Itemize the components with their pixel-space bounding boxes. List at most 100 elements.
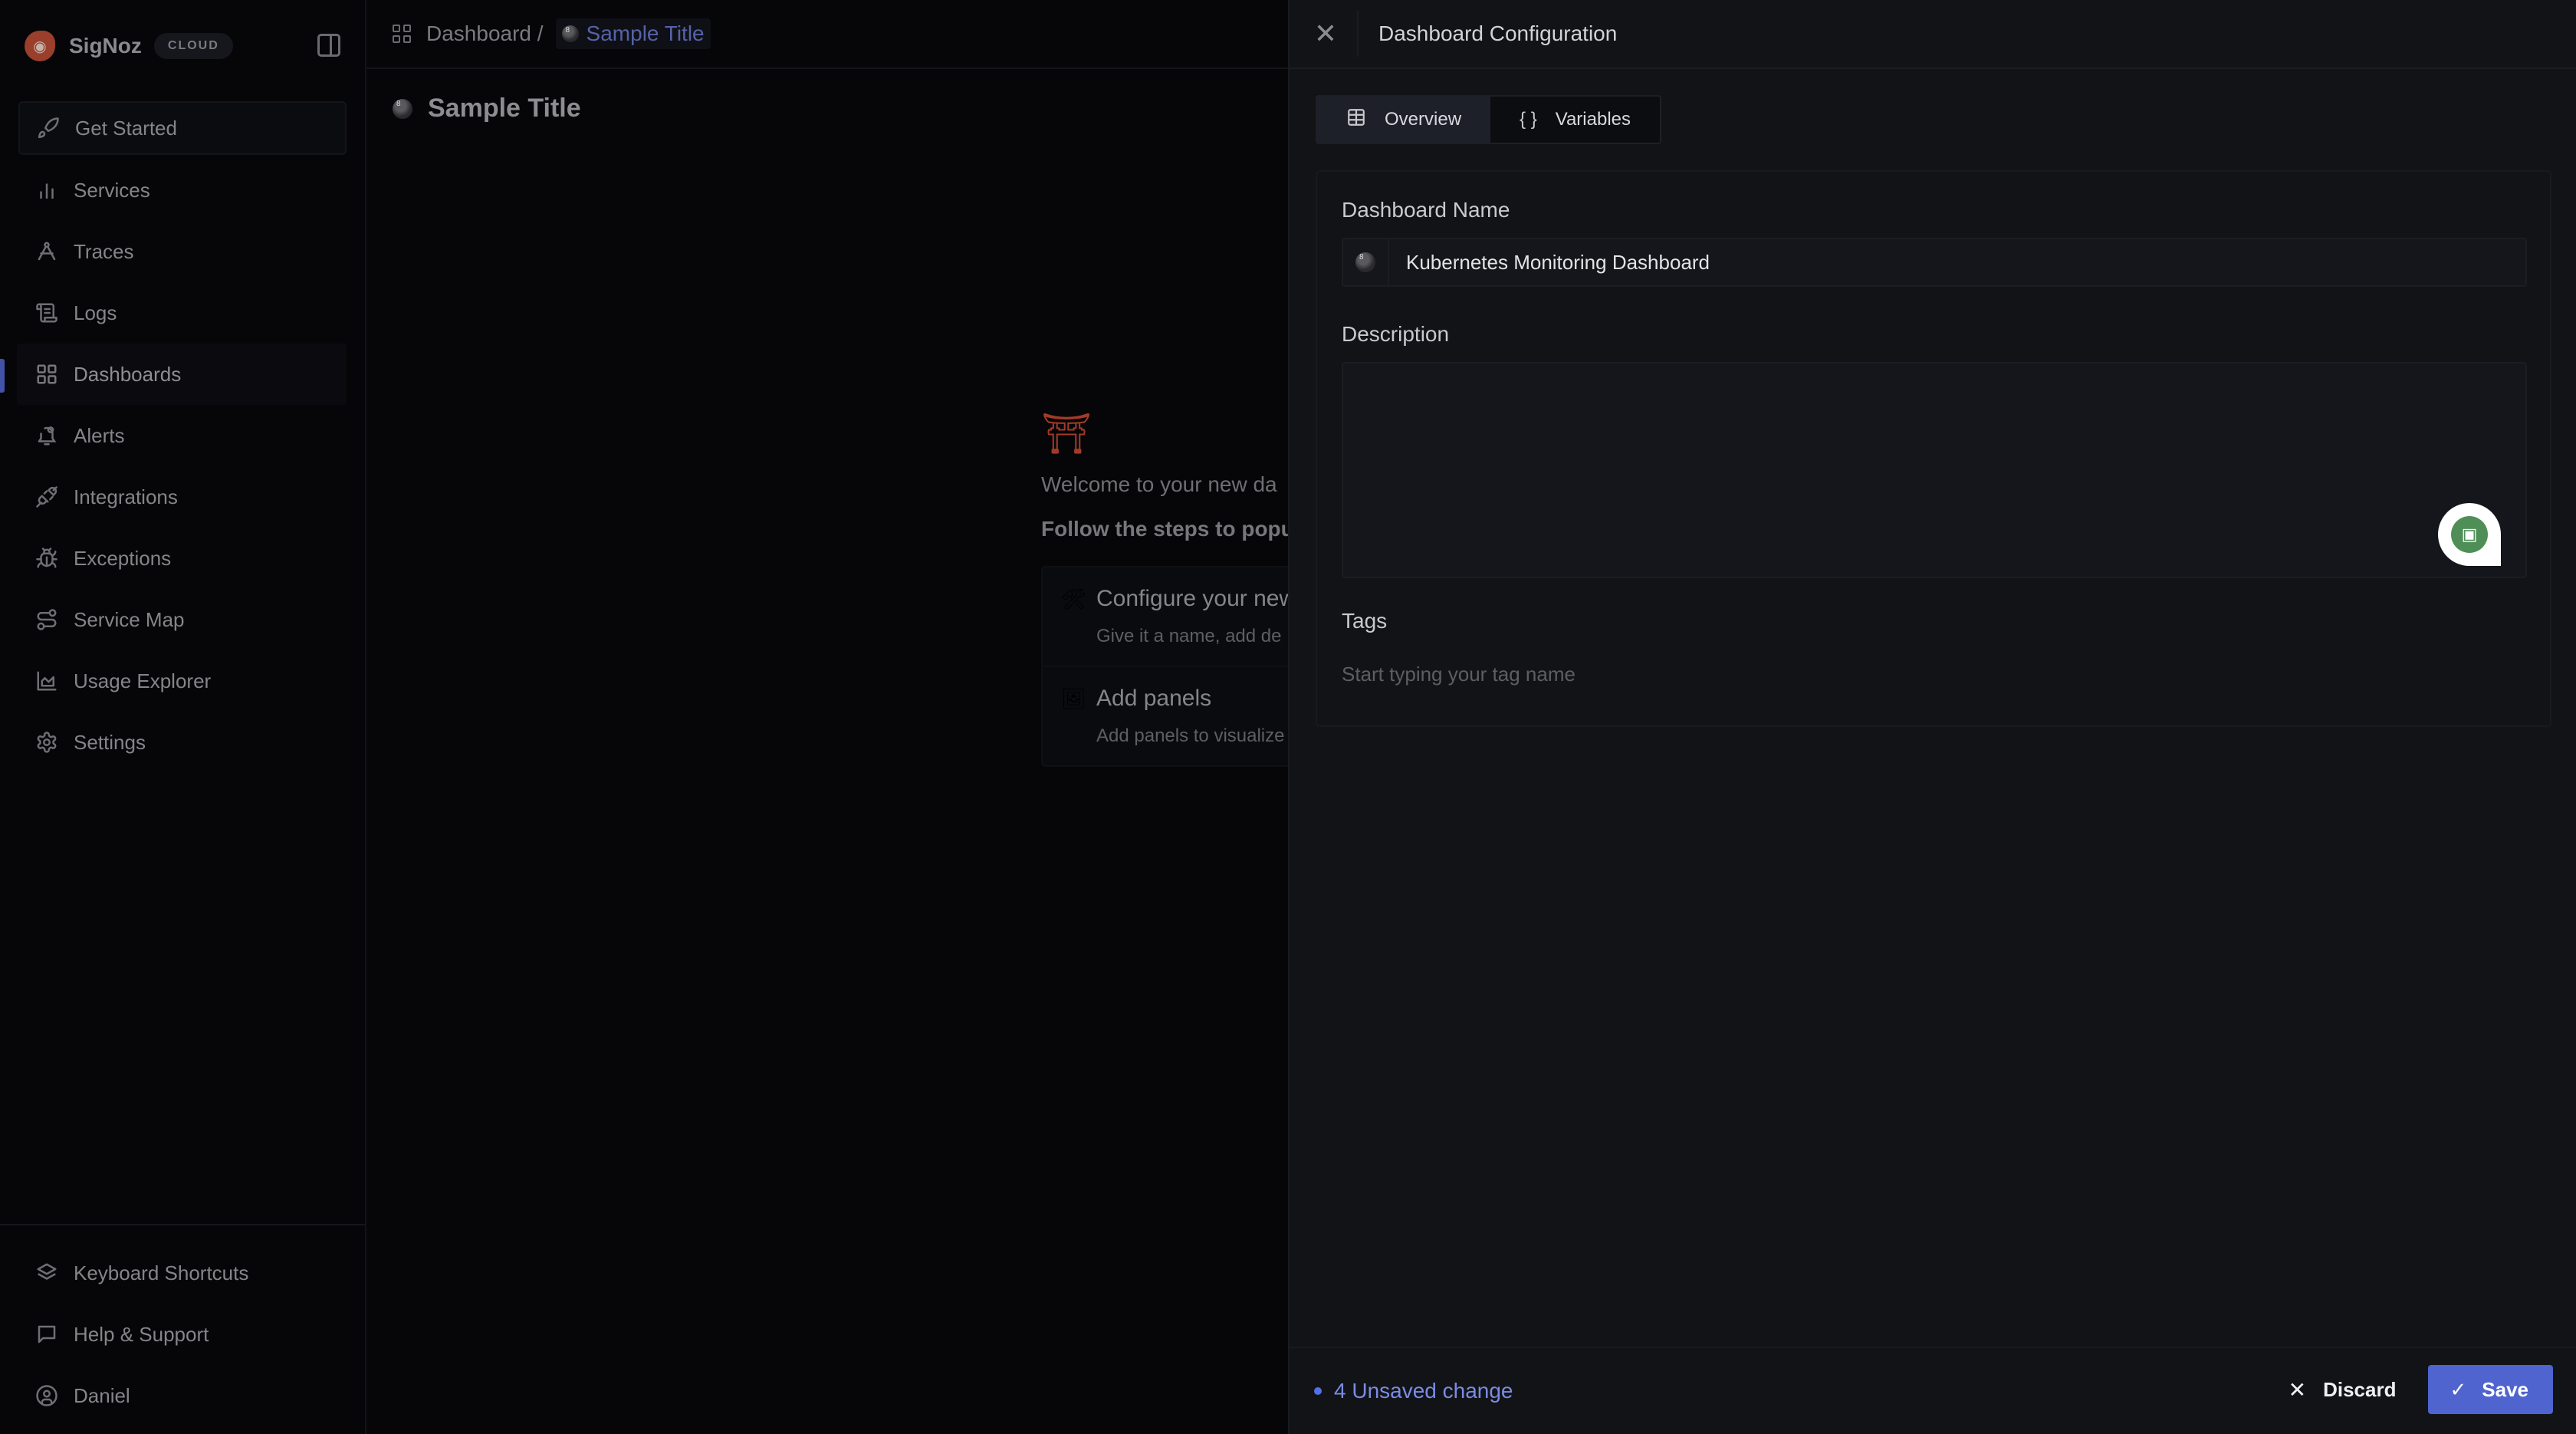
breadcrumb: Dashboard / Sample Title	[366, 0, 1288, 69]
dashboard-name-field	[1342, 238, 2527, 287]
robot-icon: ▣	[2451, 516, 2488, 553]
brand[interactable]: ◉ SigNoz CLOUD	[25, 29, 233, 63]
sidebar-item-label: Usage Explorer	[74, 669, 212, 692]
unsaved-changes-text: 4 Unsaved change	[1334, 1379, 1513, 1403]
sidebar-item-label: Service Map	[74, 607, 185, 631]
step-title: Add panels	[1096, 686, 1212, 711]
description-input[interactable]	[1342, 362, 2527, 578]
bar-chart-icon	[34, 177, 60, 203]
framed-picture-icon: 🖼	[1061, 686, 1087, 710]
sidebar-item-help-support[interactable]: Help & Support	[0, 1304, 365, 1365]
tab-overview[interactable]: Overview	[1317, 97, 1491, 143]
breadcrumb-current-label: Sample Title	[586, 21, 705, 45]
sidebar-item-label: Dashboards	[74, 362, 182, 386]
sidebar-item-label: Integrations	[74, 485, 178, 508]
dashboard-configuration-drawer: ✕ Dashboard Configuration Overview { } V…	[1288, 0, 2576, 1434]
sidebar-item-label: Exceptions	[74, 546, 172, 570]
check-icon: ✓	[2450, 1377, 2467, 1401]
step-configure[interactable]: 🛠 Configure your new Give it a name, add…	[1043, 567, 1293, 666]
dashboard-grid-icon	[393, 25, 411, 43]
save-label: Save	[2482, 1377, 2528, 1401]
cloud-badge: CLOUD	[153, 33, 233, 59]
dashboard-name-input[interactable]	[1389, 239, 2525, 285]
step-add-panels[interactable]: 🖼 Add panels Add panels to visualize	[1043, 666, 1293, 765]
unsaved-dot-icon	[1314, 1387, 1322, 1395]
unsaved-indicator: 4 Unsaved change	[1314, 1379, 1513, 1403]
8-ball-icon	[561, 25, 579, 42]
drawer-header: ✕ Dashboard Configuration	[1290, 0, 2576, 69]
route-icon	[34, 607, 60, 633]
sidebar-collapse-icon[interactable]	[317, 34, 340, 57]
get-started-label: Get Started	[75, 116, 177, 140]
sidebar-item-integrations[interactable]: Integrations	[0, 466, 366, 528]
sidebar-item-settings[interactable]: Settings	[0, 712, 366, 773]
sidebar-item-service-map[interactable]: Service Map	[0, 589, 366, 650]
user-circle-icon	[34, 1383, 60, 1409]
torii-icon: ⛩	[1041, 412, 1092, 456]
welcome-section: ⛩ Welcome to your new da Follow the step…	[1041, 411, 1294, 541]
message-icon	[34, 1321, 60, 1347]
sidebar-item-logs[interactable]: Logs	[0, 282, 366, 344]
sidebar-item-label: Alerts	[74, 423, 125, 447]
breadcrumb-root[interactable]: Dashboard /	[426, 21, 544, 46]
discard-button[interactable]: ✕ Discard	[2267, 1365, 2418, 1414]
sidebar-item-services[interactable]: Services	[0, 160, 366, 221]
sidebar-item-label: Services	[74, 178, 150, 202]
breadcrumb-current[interactable]: Sample Title	[555, 18, 711, 49]
sidebar-item-keyboard-shortcuts[interactable]: Keyboard Shortcuts	[0, 1242, 365, 1304]
discard-label: Discard	[2323, 1377, 2397, 1401]
emoji-picker-button[interactable]	[1343, 239, 1389, 285]
close-icon[interactable]: ✕	[1294, 11, 1359, 57]
grid-icon	[34, 361, 60, 387]
traces-icon	[34, 238, 60, 265]
sidebar-item-label: Keyboard Shortcuts	[74, 1261, 249, 1284]
overview-form: Dashboard Name Description ▣ Tags	[1316, 170, 2551, 727]
config-tabs: Overview { } Variables	[1316, 95, 1662, 144]
steps-list: 🛠 Configure your new Give it a name, add…	[1041, 566, 1294, 767]
sidebar-item-label: Logs	[74, 301, 117, 324]
brand-name: SigNoz	[69, 34, 142, 58]
sidebar-item-user[interactable]: Daniel	[0, 1365, 365, 1426]
dashboard-name-label: Dashboard Name	[1342, 198, 1510, 222]
step-description: Add panels to visualize	[1096, 725, 1285, 746]
braces-icon: { }	[1520, 109, 1537, 130]
assistant-widget-button[interactable]: ▣	[2438, 503, 2501, 566]
rocket-icon	[35, 115, 61, 141]
drawer-footer: 4 Unsaved change ✕ Discard ✓ Save	[1290, 1347, 2576, 1434]
sidebar-item-label: Settings	[74, 730, 146, 754]
bell-icon	[34, 423, 60, 449]
drawer-title: Dashboard Configuration	[1378, 21, 1618, 45]
footer-actions: ✕ Discard ✓ Save	[2267, 1365, 2553, 1414]
tags-input[interactable]	[1342, 663, 2032, 686]
sidebar-nav: Services Traces Logs Dashboards Alerts I…	[0, 160, 366, 773]
get-started-button[interactable]: Get Started	[18, 101, 347, 155]
tags-label: Tags	[1342, 609, 1388, 633]
sidebar-item-label: Help & Support	[74, 1322, 209, 1346]
tab-label: Variables	[1555, 109, 1631, 130]
sidebar-bottom: Keyboard Shortcuts Help & Support Daniel	[0, 1224, 365, 1426]
page-title-row: Sample Title	[393, 94, 581, 123]
layers-icon	[34, 1260, 60, 1286]
welcome-text: Welcome to your new da	[1041, 472, 1277, 496]
sidebar-item-dashboards[interactable]: Dashboards	[0, 344, 347, 405]
page-title: Sample Title	[428, 94, 581, 123]
welcome-subtitle: Follow the steps to popu	[1041, 517, 1294, 541]
close-icon: ✕	[2288, 1377, 2307, 1402]
sidebar-item-traces[interactable]: Traces	[0, 221, 366, 282]
sidebar-item-exceptions[interactable]: Exceptions	[0, 528, 366, 589]
area-chart-icon	[34, 668, 60, 694]
description-label: Description	[1342, 322, 1450, 346]
tab-variables[interactable]: { } Variables	[1490, 97, 1661, 143]
scroll-icon	[34, 300, 60, 326]
signoz-logo-icon: ◉	[25, 31, 55, 61]
sidebar-item-usage-explorer[interactable]: Usage Explorer	[0, 650, 366, 712]
sidebar-item-label: Traces	[74, 239, 134, 263]
hammer-wrench-icon: 🛠	[1061, 587, 1087, 610]
active-indicator	[0, 359, 5, 393]
plug-icon	[34, 484, 60, 510]
save-button[interactable]: ✓ Save	[2428, 1365, 2553, 1414]
step-title: Configure your new	[1096, 586, 1294, 611]
8-ball-icon	[393, 98, 412, 119]
sidebar-item-alerts[interactable]: Alerts	[0, 405, 366, 466]
sidebar: ◉ SigNoz CLOUD Get Started Services Trac…	[0, 0, 366, 1434]
